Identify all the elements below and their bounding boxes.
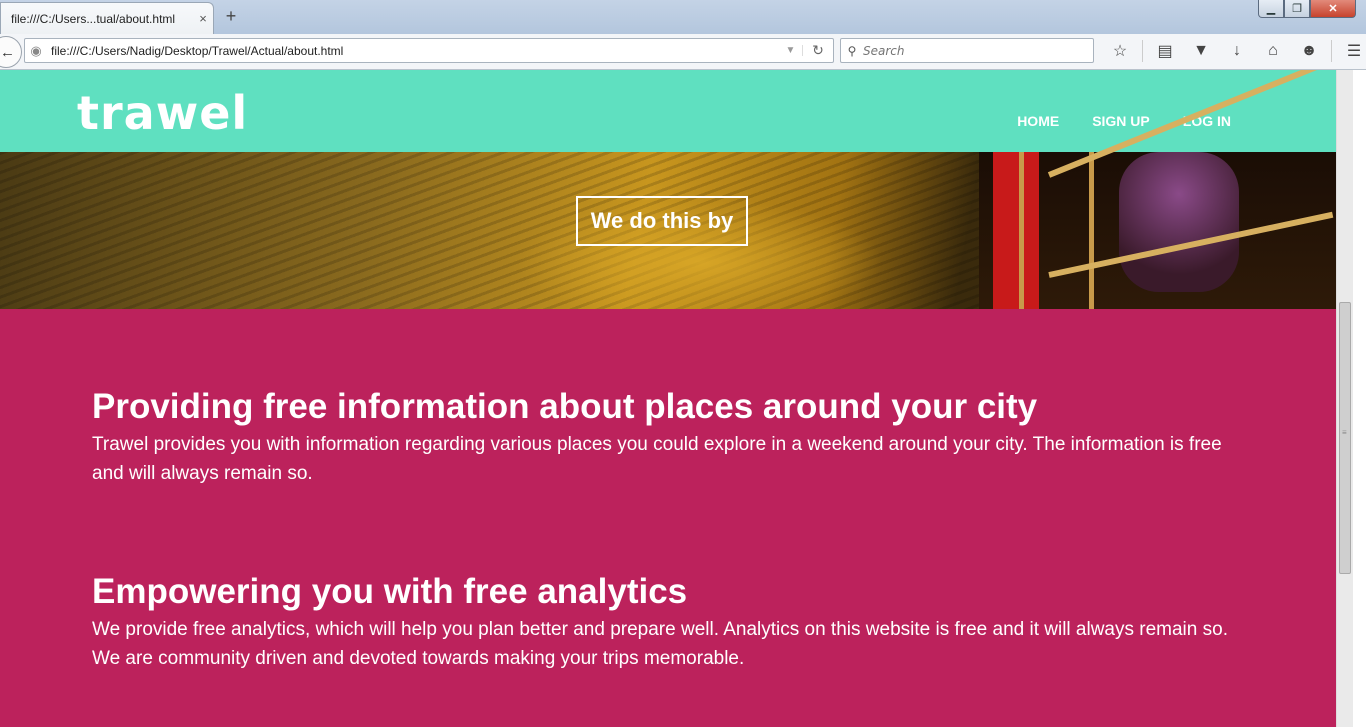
- url-bar[interactable]: ◉ file:///C:/Users/Nadig/Desktop/Trawel/…: [24, 38, 834, 63]
- section-heading: Providing free information about places …: [92, 387, 1038, 426]
- browser-tab[interactable]: file:///C:/Users...tual/about.html ×: [0, 2, 214, 34]
- home-icon[interactable]: ⌂: [1255, 40, 1291, 62]
- toolbar-separator: [1331, 40, 1332, 62]
- section-body: We provide free analytics, which will he…: [92, 619, 1228, 669]
- minimize-button[interactable]: ▁: [1258, 0, 1284, 18]
- maximize-button[interactable]: ❐: [1284, 0, 1310, 18]
- section-body: Trawel provides you with information reg…: [92, 434, 1222, 484]
- scrollbar-thumb[interactable]: ≡: [1339, 302, 1351, 574]
- hero-person-image: [1119, 152, 1239, 292]
- hero-caption: We do this by: [576, 196, 748, 246]
- pocket-icon[interactable]: ▼: [1183, 40, 1219, 62]
- chat-icon[interactable]: ☻: [1291, 40, 1327, 62]
- star-icon[interactable]: ☆: [1102, 40, 1138, 62]
- close-window-button[interactable]: ✕: [1310, 0, 1356, 18]
- globe-icon: ◉: [30, 42, 42, 58]
- page-scrollbar[interactable]: ≡: [1336, 70, 1353, 727]
- hero-bus-image: [979, 70, 1336, 309]
- section-free-analytics: Empowering you with free analytics We pr…: [92, 571, 1242, 673]
- browser-navbar: ← ◉ file:///C:/Users/Nadig/Desktop/Trawe…: [0, 34, 1366, 70]
- bus-post: [1089, 152, 1094, 309]
- search-input[interactable]: [863, 43, 1093, 58]
- url-dropdown-icon[interactable]: ▼: [779, 45, 803, 56]
- browser-toolbar: ☆ ▤ ▼ ↓ ⌂ ☻ ☰: [1102, 40, 1366, 62]
- tab-title: file:///C:/Users...tual/about.html: [11, 11, 176, 26]
- window-edge: [1353, 70, 1366, 727]
- scroll-grip-icon: ≡: [1342, 428, 1347, 437]
- toolbar-separator: [1142, 40, 1143, 62]
- tab-close-icon[interactable]: ×: [193, 11, 213, 26]
- url-text[interactable]: file:///C:/Users/Nadig/Desktop/Trawel/Ac…: [47, 44, 779, 58]
- browser-titlebar: file:///C:/Users...tual/about.html × + ▁…: [0, 0, 1366, 34]
- search-icon: ⚲: [847, 43, 857, 58]
- menu-icon[interactable]: ☰: [1336, 40, 1366, 62]
- hero-banner: We do this by: [0, 70, 1336, 309]
- search-bar[interactable]: ⚲: [840, 38, 1094, 63]
- nav-link-sign-up[interactable]: SIGN UP: [1092, 113, 1150, 129]
- reading-list-icon[interactable]: ▤: [1147, 40, 1183, 62]
- download-icon[interactable]: ↓: [1219, 40, 1255, 62]
- site-logo[interactable]: trawel: [77, 90, 248, 136]
- page-viewport: trawel HOME SIGN UP LOG IN We do this by…: [0, 70, 1336, 727]
- section-heading: Empowering you with free analytics: [92, 572, 688, 611]
- back-button[interactable]: ←: [0, 36, 22, 68]
- window-controls: ▁ ❐ ✕: [1258, 0, 1356, 18]
- new-tab-button[interactable]: +: [220, 6, 242, 28]
- section-free-information: Providing free information about places …: [92, 386, 1242, 488]
- bus-post: [1019, 152, 1024, 309]
- nav-link-home[interactable]: HOME: [1017, 113, 1059, 129]
- back-arrow-icon: ←: [0, 43, 15, 61]
- reload-icon[interactable]: ↻: [803, 42, 833, 59]
